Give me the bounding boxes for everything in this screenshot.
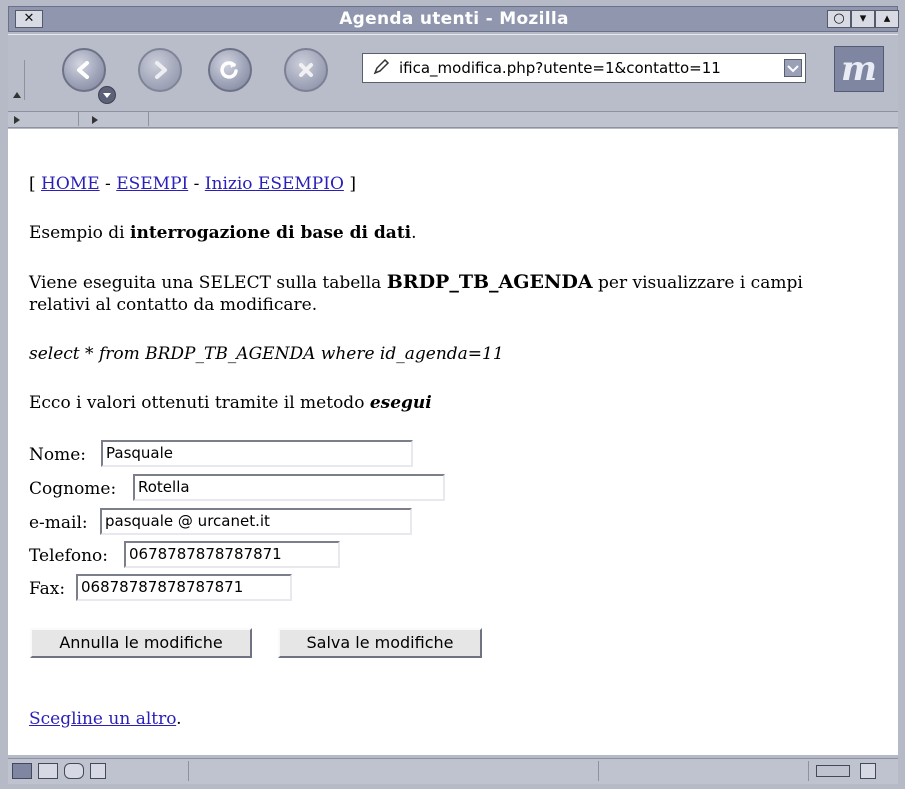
grippy-arrow-icon — [13, 92, 21, 98]
scroll-left-icon[interactable] — [12, 114, 22, 126]
select-paragraph-line2: relativi al contatto da modificare. — [29, 295, 318, 315]
back-button[interactable] — [62, 48, 106, 92]
title-bar: Agenda utenti - Mozilla ✕ ○ ▾ ▴ — [8, 6, 899, 32]
scroll-right-icon[interactable] — [90, 114, 100, 126]
menu-button[interactable]: ▾ — [851, 10, 875, 28]
telefono-label: Telefono: — [29, 546, 109, 566]
url-input[interactable]: ifica_modifica.php?utente=1&contatto=11 — [362, 53, 806, 83]
select-text: Viene eseguita una SELECT sulla tabella — [29, 273, 387, 293]
forward-button[interactable] — [138, 48, 182, 92]
intro-suffix: . — [411, 223, 417, 243]
inizio-esempio-link[interactable]: Inizio ESEMPIO — [205, 174, 344, 194]
results-text: Ecco i valori ottenuti tramite il metodo — [29, 393, 370, 413]
stop-button[interactable] — [284, 48, 328, 92]
status-divider — [598, 761, 599, 781]
email-label: e-mail: — [29, 513, 88, 533]
back-icon — [77, 61, 89, 79]
home-link[interactable]: HOME — [41, 174, 100, 194]
online-status-icon[interactable] — [816, 765, 850, 777]
bracket-close: ] — [349, 174, 356, 194]
salva-button[interactable]: Salva le modifiche — [278, 628, 482, 658]
page-proxy-icon[interactable] — [372, 58, 392, 78]
security-lock-icon[interactable] — [860, 763, 876, 779]
footer-suffix: . — [176, 709, 182, 729]
back-dropdown-button[interactable] — [98, 86, 116, 104]
fax-field[interactable]: 06878787878787871 — [76, 574, 292, 601]
nome-field[interactable]: Pasquale — [101, 440, 413, 467]
status-bar — [8, 758, 898, 784]
telefono-field[interactable]: 0678787878787871 — [124, 541, 340, 568]
sql-query: select * from BRDP_TB_AGENDA where id_ag… — [29, 344, 504, 364]
maximize-button[interactable]: ▴ — [875, 10, 899, 28]
nav-links: [ HOME - ESEMPI - Inizio ESEMPIO ] — [29, 173, 356, 195]
footer-line: Scegline un altro. — [29, 708, 182, 730]
status-divider — [808, 761, 809, 781]
table-name: BRDP_TB_AGENDA — [386, 271, 593, 293]
tab-divider — [78, 112, 79, 126]
cognome-label: Cognome: — [29, 479, 117, 499]
separator: - — [193, 174, 200, 194]
forward-icon — [155, 61, 167, 79]
annulla-button[interactable]: Annulla le modifiche — [30, 628, 252, 658]
bracket-open: [ — [29, 174, 36, 194]
esempi-link[interactable]: ESEMPI — [116, 174, 188, 194]
navigator-icon[interactable] — [12, 763, 32, 779]
intro-bold: interrogazione di base di dati — [130, 223, 412, 243]
tab-divider — [148, 112, 149, 126]
results-paragraph: Ecco i valori ottenuti tramite il metodo… — [29, 392, 432, 414]
pencil-icon — [373, 58, 390, 75]
address-book-icon[interactable] — [90, 763, 106, 779]
toolbar-grippy[interactable] — [10, 60, 25, 100]
url-history-dropdown[interactable] — [784, 59, 802, 77]
email-field[interactable]: pasquale @ urcanet.it — [100, 508, 412, 535]
select-suffix: per visualizzare i campi — [592, 273, 803, 293]
composer-icon[interactable] — [64, 763, 84, 779]
separator: - — [105, 174, 111, 194]
chevron-down-icon — [787, 65, 799, 73]
fax-label: Fax: — [29, 579, 66, 599]
intro-paragraph: Esempio di interrogazione di base di dat… — [29, 222, 417, 244]
reload-button[interactable] — [208, 48, 252, 92]
stop-icon — [299, 63, 313, 77]
mozilla-logo[interactable]: m — [834, 46, 884, 92]
method-name: esegui — [369, 393, 432, 413]
chevron-down-icon — [103, 93, 111, 98]
mail-icon[interactable] — [38, 763, 58, 779]
intro-text: Esempio di — [29, 223, 130, 243]
scegline-link[interactable]: Scegline un altro — [29, 709, 176, 729]
tab-strip — [8, 112, 898, 128]
reload-icon — [220, 61, 238, 79]
status-divider — [188, 761, 189, 781]
minimize-button[interactable]: ○ — [827, 10, 851, 28]
nome-label: Nome: — [29, 445, 87, 465]
select-paragraph: Viene eseguita una SELECT sulla tabella … — [29, 271, 803, 294]
window-title: Agenda utenti - Mozilla — [339, 9, 569, 29]
close-window-button[interactable]: ✕ — [15, 10, 43, 28]
cognome-field[interactable]: Rotella — [133, 474, 445, 501]
